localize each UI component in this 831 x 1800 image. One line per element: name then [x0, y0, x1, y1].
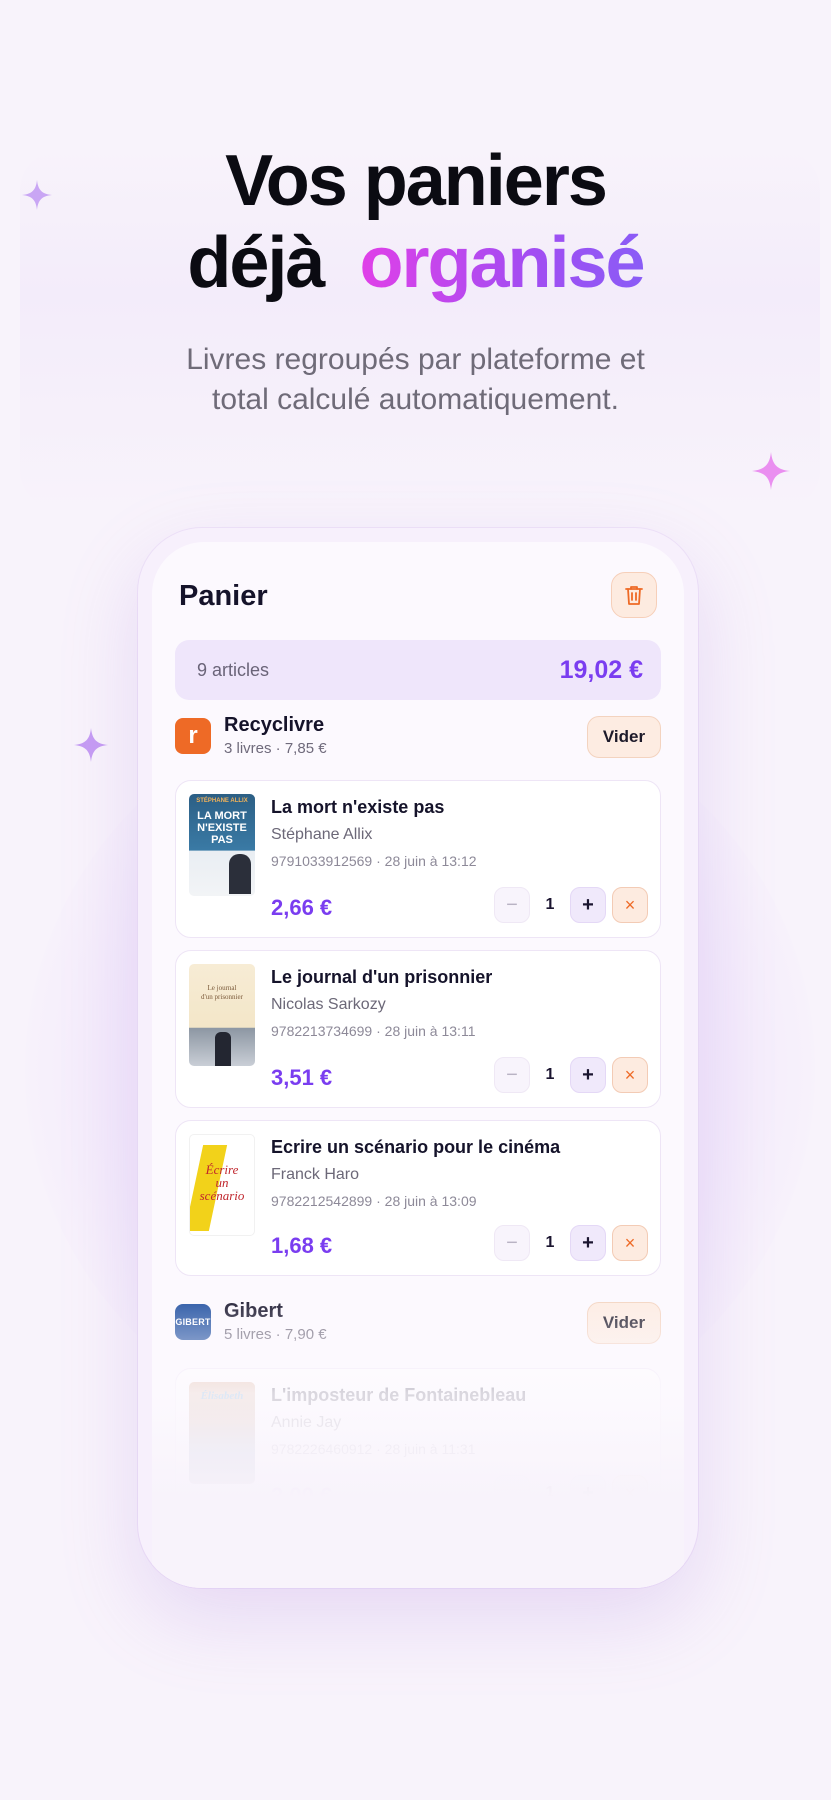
- clear-group-button[interactable]: Vider: [587, 716, 661, 758]
- book-title: Le journal d'un prisonnier: [271, 967, 493, 987]
- hero-headline: Vos paniers déjà organisé: [0, 140, 831, 304]
- author-photo: [215, 1032, 231, 1066]
- recyclivre-logo: r: [175, 718, 211, 754]
- cover-title-line: d'un prisonnier: [201, 993, 243, 1001]
- book-author: Annie Jay: [271, 1414, 342, 1431]
- cart-item: Élisabeth L'imposteur de Fontainebleau A…: [175, 1368, 661, 1526]
- book-title: Ecrire un scénario pour le cinéma: [271, 1137, 561, 1157]
- cart-summary: 9 articles 19,02 €: [175, 640, 661, 700]
- decrement-button[interactable]: −: [494, 1057, 530, 1093]
- decrement-button[interactable]: −: [494, 887, 530, 923]
- sparkle-icon: [74, 728, 108, 762]
- author-photo: [229, 854, 251, 894]
- group-meta: 5 livres · 7,90 €: [224, 1326, 327, 1343]
- increment-button[interactable]: +: [570, 1225, 606, 1261]
- group-header-recyclivre: r Recyclivre 3 livres · 7,85 € Vider: [175, 714, 661, 766]
- group-name: Recyclivre: [224, 714, 325, 736]
- remove-item-button[interactable]: ×: [612, 1475, 648, 1511]
- cart-item: Écrire un scénario Ecrire un scénario po…: [175, 1120, 661, 1276]
- book-cover: STÉPHANE ALLIX LA MORT N'EXISTE PAS: [189, 794, 255, 896]
- subtitle-line-2: total calculé automatiquement.: [212, 383, 619, 416]
- cover-title: LA MORT N'EXISTE PAS: [189, 810, 255, 846]
- page-title: Panier: [179, 580, 268, 612]
- sparkle-icon: [752, 452, 790, 490]
- book-isbn-date: 9782213734699 · 28 juin à 13:11: [271, 1023, 476, 1039]
- remove-item-button[interactable]: ×: [612, 1225, 648, 1261]
- book-isbn-date: 9782212542899 · 28 juin à 13:09: [271, 1193, 477, 1209]
- cart-item: Le journal d'un prisonnier Le journal d'…: [175, 950, 661, 1108]
- group-header-gibert: GIBERT Gibert 5 livres · 7,90 € Vider: [175, 1300, 661, 1352]
- cover-title: Le journal d'un prisonnier: [189, 984, 255, 1002]
- remove-item-button[interactable]: ×: [612, 1057, 648, 1093]
- book-title: La mort n'existe pas: [271, 797, 445, 817]
- quantity-value: 1: [545, 1066, 555, 1083]
- cover-title: Élisabeth: [200, 1390, 244, 1402]
- headline-line-2-accent: organisé: [359, 223, 646, 303]
- gibert-logo: GIBERT: [175, 1304, 211, 1340]
- remove-item-button[interactable]: ×: [612, 887, 648, 923]
- cover-title-line: Le journal: [207, 984, 237, 992]
- book-price: 2,66 €: [271, 895, 333, 920]
- decrement-button[interactable]: −: [494, 1475, 530, 1511]
- hero-subtitle: Livres regroupés par plateforme et total…: [0, 340, 831, 420]
- book-cover: Le journal d'un prisonnier: [189, 964, 255, 1066]
- headline-line-2-plain: déjà: [187, 223, 325, 303]
- decrement-button[interactable]: −: [494, 1225, 530, 1261]
- quantity-stepper: − 1 + ×: [494, 887, 648, 923]
- cart-item-partial: La Tresse La Tresse: [175, 1559, 661, 1588]
- cover-title-line: PAS: [211, 834, 233, 846]
- quantity-stepper: − 1 + ×: [494, 1057, 648, 1093]
- quantity-stepper: − 1 + ×: [494, 1225, 648, 1261]
- cover-title-line: LA MORT: [197, 810, 247, 822]
- clear-group-button[interactable]: Vider: [587, 1302, 661, 1344]
- book-isbn-date: 9791033912569 · 28 juin à 13:12: [271, 853, 477, 869]
- book-author: Stéphane Allix: [271, 826, 373, 843]
- increment-button[interactable]: +: [570, 1475, 606, 1511]
- increment-button[interactable]: +: [570, 1057, 606, 1093]
- group-meta: 3 livres · 7,85 €: [224, 740, 327, 757]
- book-title: L'imposteur de Fontainebleau: [271, 1385, 527, 1405]
- quantity-value: 1: [545, 896, 555, 913]
- book-price: 3,51 €: [271, 1065, 333, 1090]
- book-title: La Tresse: [270, 1563, 354, 1583]
- phone-mockup: Panier 9 articles 19,02 € r Recyclivre 3…: [138, 528, 698, 1588]
- cover-title-line: N'EXISTE: [197, 822, 247, 834]
- book-cover: Écrire un scénario: [189, 1134, 255, 1236]
- group-name: Gibert: [224, 1300, 283, 1322]
- book-author: Franck Haro: [271, 1166, 360, 1183]
- cover-text: STÉPHANE ALLIX: [196, 798, 248, 804]
- book-cover: Élisabeth: [189, 1382, 255, 1484]
- quantity-value: 1: [545, 1234, 555, 1251]
- headline-line-1: Vos paniers: [225, 141, 608, 221]
- cart-item: STÉPHANE ALLIX LA MORT N'EXISTE PAS La m…: [175, 780, 661, 938]
- book-isbn-date: 9782226460912 · 28 juin à 11:31: [271, 1441, 476, 1457]
- book-price: 2,00 €: [271, 1483, 333, 1508]
- cart-total: 19,02 €: [559, 655, 643, 684]
- article-count: 9 articles: [197, 659, 270, 680]
- quantity-value: 1: [545, 1484, 555, 1501]
- cart-screen: Panier 9 articles 19,02 € r Recyclivre 3…: [152, 542, 684, 1588]
- trash-icon: [625, 586, 643, 605]
- increment-button[interactable]: +: [570, 887, 606, 923]
- subtitle-line-1: Livres regroupés par plateforme et: [186, 343, 645, 376]
- book-cover: La Tresse: [188, 1565, 254, 1588]
- clear-cart-button[interactable]: [611, 572, 657, 618]
- cover-title: Écrire un scénario: [190, 1163, 254, 1202]
- cover-title-line: scénario: [199, 1188, 245, 1203]
- quantity-stepper: − 1 + ×: [494, 1475, 648, 1511]
- book-price: 1,68 €: [271, 1233, 333, 1258]
- book-author: Nicolas Sarkozy: [271, 996, 386, 1013]
